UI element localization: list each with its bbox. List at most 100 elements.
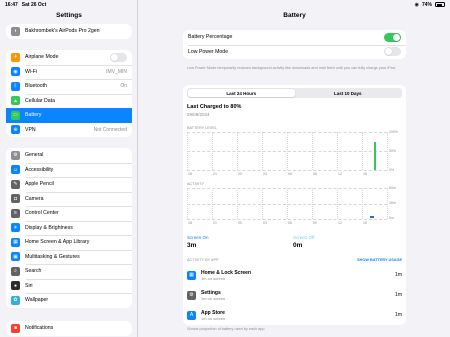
x-tick: 15 (363, 221, 367, 225)
vpn-icon: ⊕ (11, 125, 20, 135)
activity-tick-60: 60m (389, 186, 396, 190)
sidebar-item-label: Cellular Data (25, 97, 55, 104)
chart-vgridline (212, 188, 213, 219)
low-power-row: Low Power Mode (183, 44, 406, 60)
show-battery-usage-link[interactable]: SHOW BATTERY USAGE (357, 258, 402, 262)
sidebar-item-apple-pencil[interactable]: ✎ Apple Pencil (6, 177, 132, 192)
x-tick: 12 (338, 221, 342, 225)
activity-chart (187, 188, 388, 220)
notifications-icon: ■ (11, 323, 20, 333)
activity-x-axis: 18 21 00 03 06 09 12 15 (187, 221, 387, 227)
sidebar-title: Settings (56, 12, 82, 19)
status-time: 16:47 (5, 1, 18, 8)
airplane-mode-toggle[interactable] (110, 52, 127, 62)
battery-percentage-toggle[interactable] (384, 32, 401, 42)
app-text: Settings 1m on screen (201, 290, 395, 301)
cellular-icon: ▲ (11, 96, 20, 106)
notifications-group: ■ Notifications (6, 321, 132, 336)
sidebar-item-multitasking-gestures[interactable]: ▣ Multitasking & Gestures (6, 249, 132, 265)
sidebar-item-camera[interactable]: ◘ Camera (6, 191, 132, 207)
sidebar-item-airpods[interactable]: ◗ Bakhrombek's AirPods Pro 2gen (6, 24, 132, 39)
x-tick: 00 (238, 172, 242, 176)
sidebar-item-value: Not Connected (93, 126, 127, 133)
level-x-axis: 18 21 00 03 06 09 12 15 (187, 172, 387, 178)
sidebar-item-bluetooth[interactable]: ᛒ Bluetooth On (6, 79, 132, 94)
sidebar-item-label: Siri (25, 282, 33, 289)
airpods-icon: ◗ (11, 26, 20, 36)
x-tick: 18 (188, 172, 192, 176)
sidebar-item-control-center[interactable]: ≡ Control Center (6, 206, 132, 221)
wifi-icon: ◉ (11, 67, 20, 77)
settings-app-icon: ⚙ (187, 290, 196, 300)
sidebar-item-value: On (120, 83, 127, 90)
multitasking-icon: ▣ (11, 252, 20, 262)
status-bar: 16:47 Sat 26 Oct ◉ 74% (0, 0, 450, 9)
accessibility-icon: ☺ (11, 165, 20, 175)
home-lock-icon: ▦ (187, 270, 196, 280)
x-tick: 12 (338, 172, 342, 176)
x-tick: 21 (213, 221, 217, 225)
x-tick: 21 (213, 172, 217, 176)
screen-off-label: Screen Off (293, 235, 315, 240)
sidebar-item-siri[interactable]: ● Siri (6, 278, 132, 294)
chart-vgridline (337, 132, 338, 170)
app-usage-time: 1m (395, 312, 402, 318)
home-screen-icon: ▦ (11, 237, 20, 247)
battery-percent: 74% (421, 1, 432, 8)
chart-vgridline (362, 188, 363, 219)
sidebar-item-label: Bakhrombek's AirPods Pro 2gen (25, 28, 100, 35)
sidebar-item-search[interactable]: ⌕ Search (6, 264, 132, 279)
chart-vgridline (237, 132, 238, 170)
wallpaper-icon: ✿ (11, 295, 20, 305)
sidebar-item-airplane-mode[interactable]: ✈ Airplane Mode (6, 50, 132, 65)
general-group: ⚙ General ☺ Accessibility ✎ Apple Pencil ◘ Came… (6, 148, 132, 308)
chart-vgridline (187, 188, 188, 219)
sidebar-item-wallpaper[interactable]: ✿ Wallpaper (6, 293, 132, 308)
gear-icon: ⚙ (11, 150, 20, 160)
chart-vgridline (337, 188, 338, 219)
battery-percentage-row: Battery Percentage (183, 30, 406, 45)
sidebar-item-battery[interactable]: ▭ Battery (6, 108, 132, 123)
app-screen-time: 1m on screen (201, 295, 226, 301)
chart-vgridline (387, 188, 388, 219)
chart-vgridline (387, 132, 388, 170)
sidebar-item-label: VPN (25, 126, 36, 133)
siri-icon: ● (11, 281, 20, 291)
app-usage-row[interactable]: ▦ Home & Lock Screen 1m on screen 1m (183, 265, 406, 285)
sidebar-item-cellular-data[interactable]: ▲ Cellular Data (6, 93, 132, 109)
level-tick-100: 100% (389, 130, 398, 134)
sidebar-item-display-brightness[interactable]: ☀ Display & Brightness (6, 220, 132, 236)
app-usage-row[interactable]: A App Store 1m on screen 1m (183, 305, 406, 325)
x-tick: 06 (288, 221, 292, 225)
chart-vgridline (187, 132, 188, 170)
chart-vgridline (312, 132, 313, 170)
sidebar-item-wi-fi[interactable]: ◉ Wi-Fi IMV_MIN (6, 64, 132, 80)
x-tick: 00 (238, 221, 242, 225)
chart-vgridline (262, 132, 263, 170)
time-range-segmented: Last 24 Hours Last 10 Days (187, 88, 402, 98)
battery-status-icon (435, 2, 445, 7)
sidebar-item-notifications[interactable]: ■ Notifications (6, 321, 132, 336)
low-power-toggle[interactable] (384, 47, 401, 57)
sidebar-item-accessibility[interactable]: ☺ Accessibility (6, 162, 132, 178)
tab-last-24-hours[interactable]: Last 24 Hours (188, 89, 295, 97)
sidebar-item-label: Search (25, 268, 42, 275)
chart-vgridline (287, 132, 288, 170)
tab-last-10-days[interactable]: Last 10 Days (295, 89, 402, 97)
connectivity-group: ✈ Airplane Mode ◉ Wi-Fi IMV_MIN ᛒ Bluetooth On ▲… (6, 50, 132, 137)
activity-tick-0: 0m (389, 216, 394, 220)
sidebar-item-general[interactable]: ⚙ General (6, 148, 132, 163)
sidebar-item-label: Display & Brightness (25, 224, 73, 231)
battery-percentage-label: Battery Percentage (188, 34, 233, 41)
sidebar-item-label: Bluetooth (25, 83, 47, 90)
sidebar-item-home-screen-app-library[interactable]: ▦ Home Screen & App Library (6, 235, 132, 250)
main-panel: Battery Battery Percentage Low Power Mod… (139, 0, 450, 337)
chart-vgridline (237, 188, 238, 219)
battery-toggles-card: Battery Percentage Low Power Mode (183, 30, 406, 59)
sidebar-item-vpn[interactable]: ⊕ VPN Not Connected (6, 123, 132, 138)
app-usage-row[interactable]: ⚙ Settings 1m on screen 1m (183, 285, 406, 305)
pencil-icon: ✎ (11, 179, 20, 189)
activity-tick-30: 30m (389, 201, 396, 205)
app-screen-time: 1m on screen (201, 275, 226, 281)
brightness-icon: ☀ (11, 223, 20, 233)
